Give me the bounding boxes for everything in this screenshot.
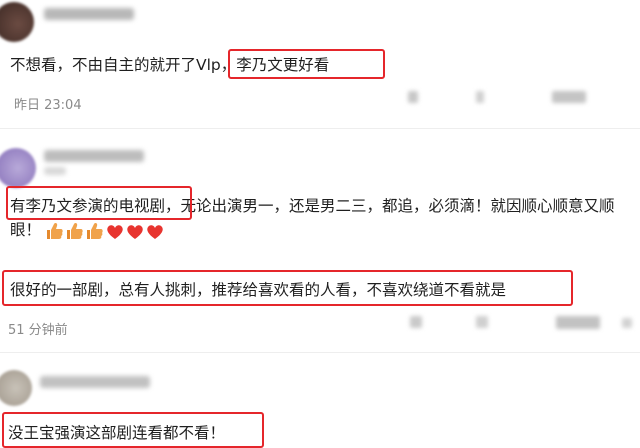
action-icons-blurred[interactable] (556, 316, 600, 329)
thumbs-up-icon (47, 222, 63, 239)
username-blurred[interactable] (44, 8, 134, 20)
badge-blurred (44, 167, 66, 175)
action-icons-blurred[interactable] (622, 318, 632, 328)
emoji-row (47, 222, 163, 239)
comment-time: 51 分钟前 (8, 323, 68, 338)
comment-text-rest: 无论出演男一，还是男二三，都追，必须滴！就因顺心顺意又顺 (180, 197, 615, 215)
thumbs-up-icon (87, 222, 103, 239)
avatar[interactable] (0, 370, 32, 406)
highlight-box (6, 186, 192, 220)
highlight-box (2, 412, 264, 448)
comment-text-tail: 眼！ (10, 221, 42, 239)
highlight-box (2, 270, 573, 306)
action-icons-blurred[interactable] (552, 91, 586, 103)
avatar[interactable] (0, 2, 34, 42)
action-icons-blurred[interactable] (476, 316, 488, 328)
avatar[interactable] (0, 148, 36, 188)
username-blurred[interactable] (44, 150, 144, 162)
red-heart-icon (147, 225, 163, 239)
highlight-box (228, 49, 385, 79)
red-heart-icon (127, 225, 143, 239)
thumbs-up-icon (67, 222, 83, 239)
red-heart-icon (107, 225, 123, 239)
action-icons-blurred[interactable] (476, 91, 484, 103)
username-blurred[interactable] (40, 376, 150, 388)
divider (0, 352, 640, 353)
action-icons-blurred[interactable] (410, 316, 422, 328)
comment-time: 昨日 23:04 (14, 98, 82, 113)
comment-line-2: 眼！ (10, 219, 41, 241)
action-icons-blurred[interactable] (408, 91, 418, 103)
comment-text-before: 不想看，不由自主的就开了Vlp， (10, 56, 237, 74)
divider (0, 128, 640, 129)
